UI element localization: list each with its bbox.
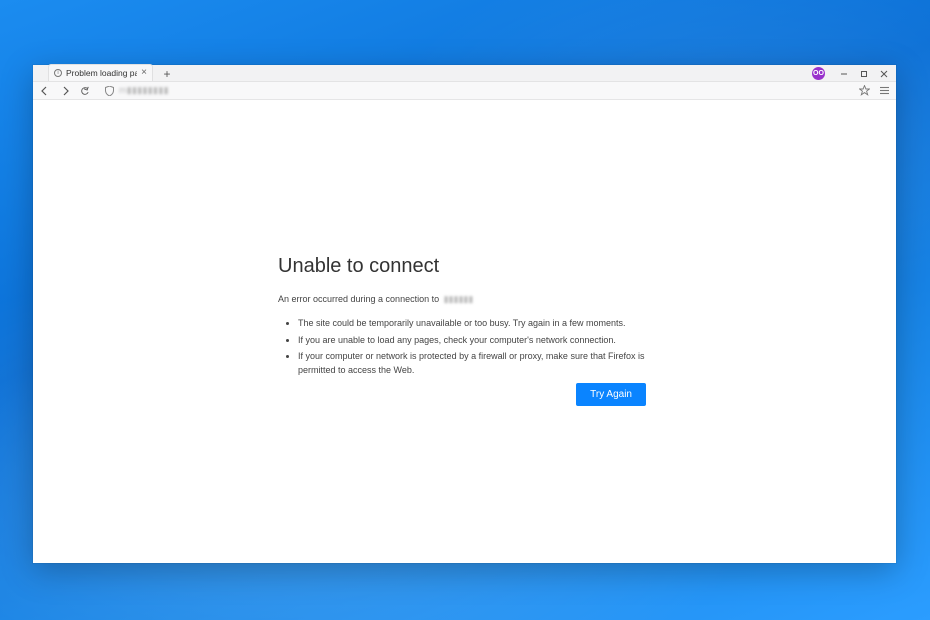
tab-title: Problem loading page — [66, 68, 137, 78]
error-description: An error occurred during a connection to… — [278, 294, 658, 305]
tab-active[interactable]: i Problem loading page × — [48, 64, 153, 81]
address-bar[interactable]: m▮▮▮▮▮▮▮▮ — [99, 85, 850, 97]
error-desc-prefix: An error occurred during a connection to — [278, 294, 439, 304]
nav-back-button[interactable] — [39, 85, 51, 97]
window-controls: OO — [812, 65, 896, 82]
info-icon: i — [54, 69, 62, 77]
nav-toolbar: m▮▮▮▮▮▮▮▮ — [33, 82, 896, 100]
forward-icon — [60, 86, 70, 96]
list-item: If you are unable to load any pages, che… — [298, 334, 658, 348]
nav-reload-button[interactable] — [79, 85, 91, 97]
star-icon — [859, 85, 870, 96]
new-tab-button[interactable]: + — [159, 67, 175, 81]
error-desc-host: ▮▮▮▮▮▮ — [444, 294, 474, 304]
app-menu-button[interactable] — [878, 85, 890, 97]
back-icon — [40, 86, 50, 96]
profile-badge[interactable]: OO — [812, 67, 825, 80]
page-content: Unable to connect An error occurred duri… — [33, 100, 896, 563]
reload-icon — [80, 86, 90, 96]
close-icon — [880, 70, 888, 78]
minimize-icon — [840, 70, 848, 78]
error-page: Unable to connect An error occurred duri… — [278, 255, 658, 380]
list-item: If your computer or network is protected… — [298, 350, 658, 377]
browser-window: i Problem loading page × + OO — [33, 65, 896, 563]
nav-forward-button[interactable] — [59, 85, 71, 97]
window-maximize-button[interactable] — [855, 66, 873, 81]
toolbar-right — [858, 85, 890, 97]
list-item: The site could be temporarily unavailabl… — [298, 317, 658, 331]
url-text: m▮▮▮▮▮▮▮▮ — [119, 85, 169, 96]
window-minimize-button[interactable] — [835, 66, 853, 81]
bookmark-button[interactable] — [858, 85, 870, 97]
error-suggestions: The site could be temporarily unavailabl… — [278, 317, 658, 377]
tab-close-button[interactable]: × — [141, 68, 147, 78]
tab-strip: i Problem loading page × + OO — [33, 65, 896, 82]
shield-icon — [103, 85, 115, 97]
try-again-button[interactable]: Try Again — [576, 383, 646, 406]
maximize-icon — [860, 70, 868, 78]
window-close-button[interactable] — [875, 66, 893, 81]
hamburger-icon — [879, 85, 890, 96]
error-title: Unable to connect — [278, 255, 658, 278]
